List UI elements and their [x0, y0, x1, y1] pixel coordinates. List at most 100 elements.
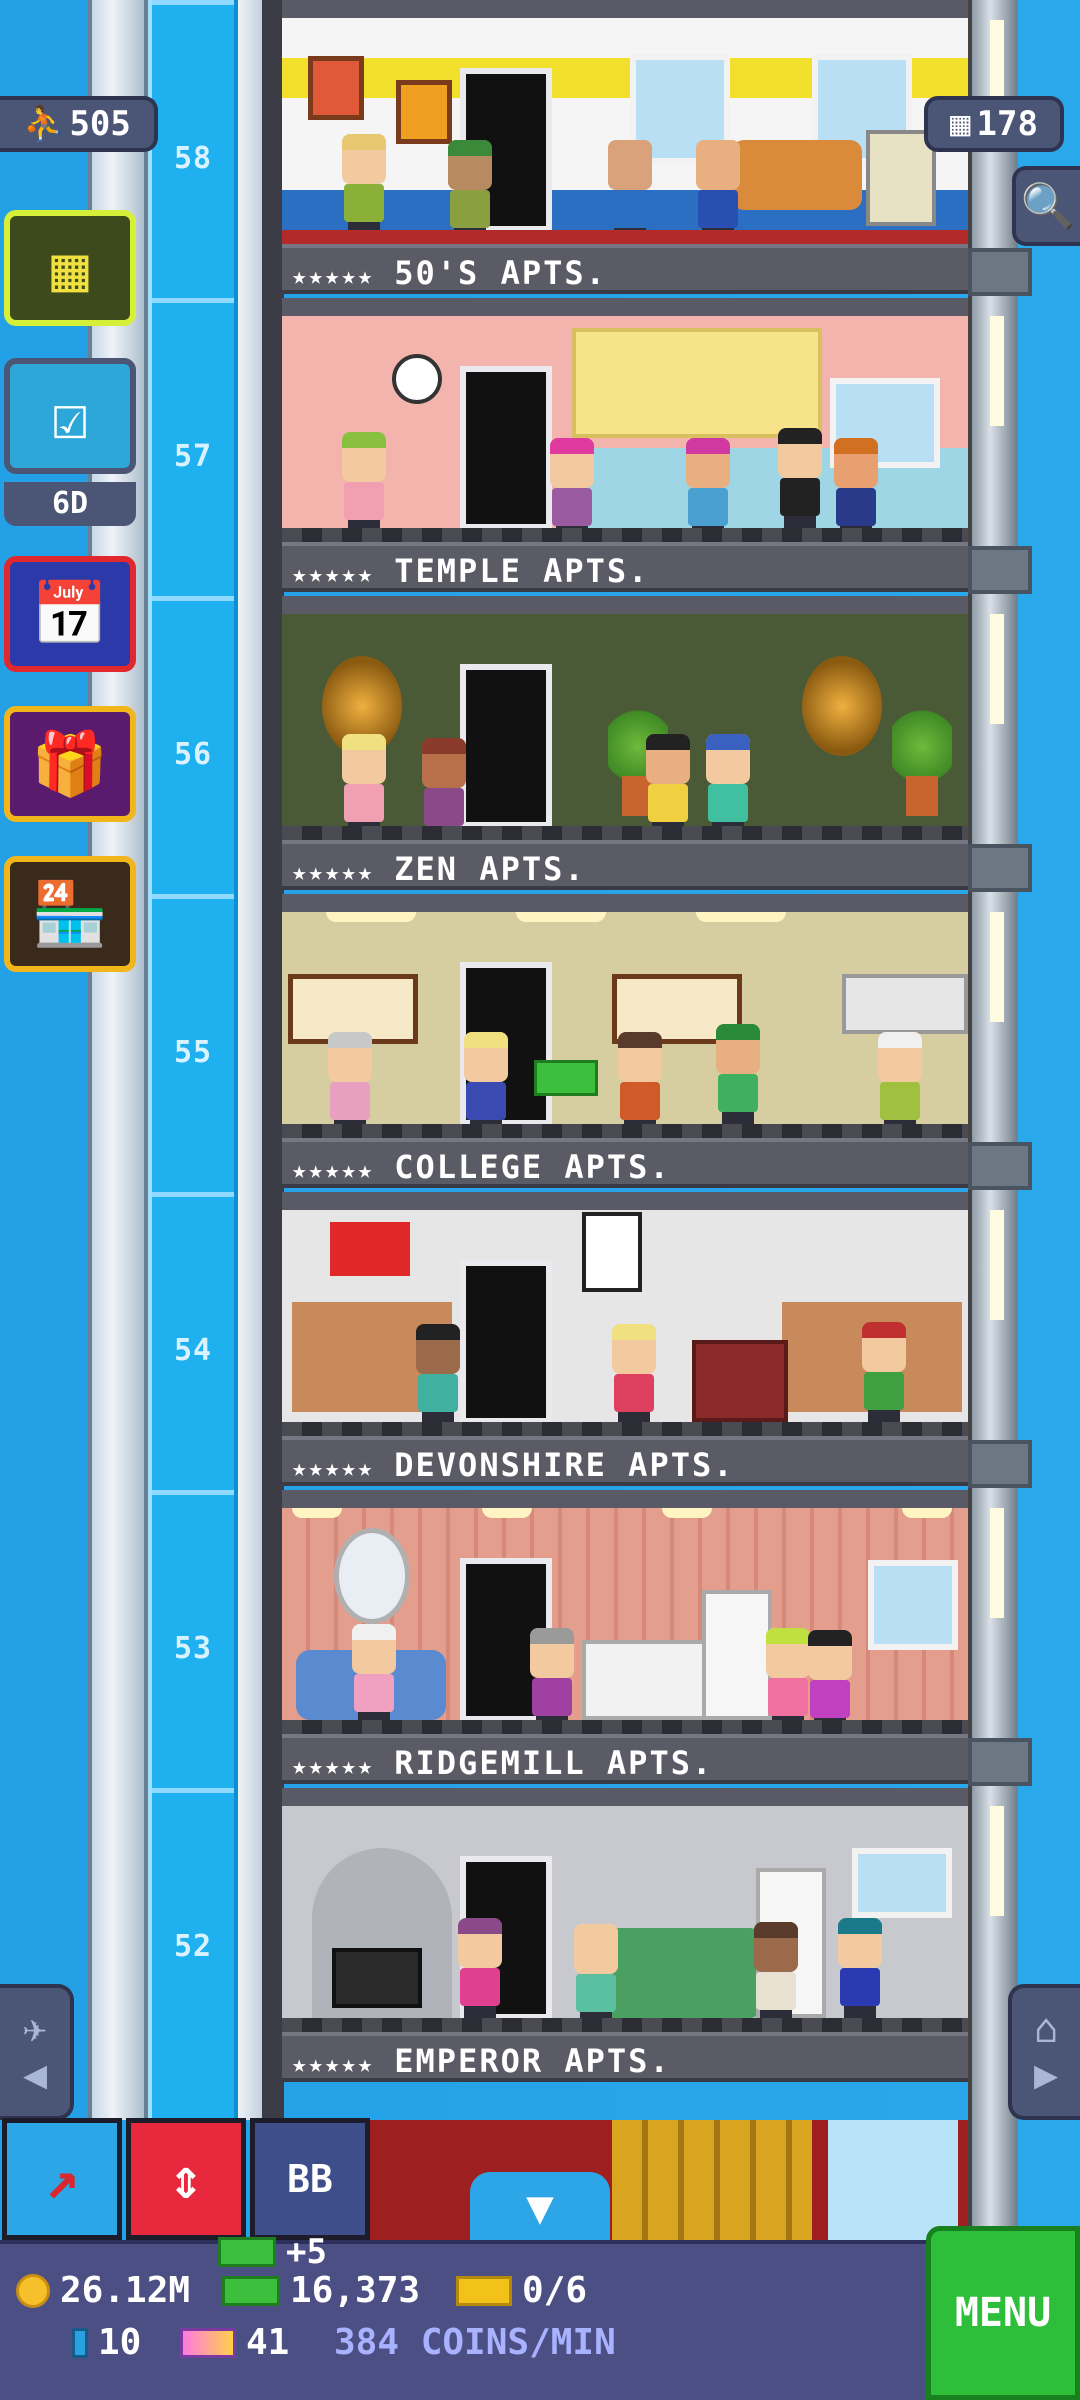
resident[interactable]	[322, 1032, 378, 1132]
floor-label-bar[interactable]: ★★★★★ ZEN APTS.	[282, 840, 968, 890]
resident[interactable]	[772, 428, 828, 528]
floor-52[interactable]: ★★★★★ EMPEROR APTS.	[282, 1788, 968, 2086]
search-icon: 🔍	[1020, 181, 1076, 232]
chevron-right-icon: ▶	[1033, 2052, 1059, 2098]
resident[interactable]	[346, 1624, 402, 1724]
nav-right-button[interactable]: ⌂ ▶	[1008, 1984, 1080, 2120]
floor-number: 55	[173, 1035, 213, 1070]
floor-label: ★★★★★ ZEN APTS.	[282, 850, 968, 888]
resident[interactable]	[710, 1024, 766, 1124]
resident[interactable]	[612, 1032, 668, 1132]
bits-badge[interactable]: ▦ 178	[924, 96, 1064, 152]
resident[interactable]	[828, 438, 884, 538]
gift-button[interactable]: 🎁	[4, 706, 136, 822]
resident[interactable]	[524, 1628, 580, 1728]
resident[interactable]	[640, 734, 696, 834]
floor-54[interactable]: ★★★★★ DEVONSHIRE APTS.	[282, 1192, 968, 1490]
resident[interactable]	[872, 1032, 928, 1132]
build-floor-button[interactable]: ↗	[2, 2118, 122, 2240]
resident[interactable]	[606, 1324, 662, 1424]
wall-picture	[396, 80, 452, 144]
bottom-hud	[0, 2240, 926, 2400]
room-background	[282, 1788, 968, 2036]
resident[interactable]	[602, 140, 658, 240]
resident[interactable]	[748, 1922, 804, 2022]
elevator-button[interactable]: ⇕	[126, 2118, 246, 2240]
buddha-statue	[802, 656, 882, 756]
floor-label-bar[interactable]: ★★★★★ DEVONSHIRE APTS.	[282, 1436, 968, 1486]
floor-label-bar[interactable]: ★★★★★ RIDGEMILL APTS.	[282, 1734, 968, 1784]
bux-pickup[interactable]	[534, 1060, 598, 1096]
star-rating: ★★★★★	[292, 2050, 375, 2078]
floor-55[interactable]: ★★★★★ COLLEGE APTS.	[282, 894, 968, 1192]
calendar-button[interactable]: 📅	[4, 556, 136, 672]
floor-56[interactable]: ★★★★★ ZEN APTS.	[282, 596, 968, 894]
bitbook-button[interactable]: BB	[250, 2118, 370, 2240]
bits-readout[interactable]: 10	[72, 2322, 141, 2363]
floor-label-bar[interactable]: ★★★★★ 50'S APTS.	[282, 244, 968, 294]
resident[interactable]	[410, 1324, 466, 1424]
lobby-floor[interactable]	[282, 2120, 968, 2240]
floor-label-bar[interactable]: ★★★★★ EMPEROR APTS.	[282, 2032, 968, 2082]
tickets-readout[interactable]: 0/6	[456, 2270, 587, 2311]
ceiling	[282, 1490, 968, 1508]
resident[interactable]	[544, 438, 600, 538]
window-light	[990, 912, 1004, 1022]
resident[interactable]	[802, 1630, 858, 1730]
quests-button[interactable]: ☑	[4, 358, 136, 474]
window-light	[990, 1806, 1004, 1916]
floor-label: ★★★★★ DEVONSHIRE APTS.	[282, 1446, 968, 1484]
floor-53[interactable]: ★★★★★ RIDGEMILL APTS.	[282, 1490, 968, 1788]
scroll-down-button[interactable]: ▼	[470, 2172, 610, 2242]
floor-label-bar[interactable]: ★★★★★ COLLEGE APTS.	[282, 1138, 968, 1188]
resident[interactable]	[690, 140, 746, 240]
vip-readout[interactable]: 41	[180, 2322, 289, 2363]
resident[interactable]	[442, 140, 498, 240]
menu-button[interactable]: MENU	[926, 2226, 1080, 2400]
resident[interactable]	[458, 1032, 514, 1132]
resident[interactable]	[680, 438, 736, 538]
ceiling-lamp	[292, 1508, 342, 1518]
resident[interactable]	[700, 734, 756, 834]
search-button[interactable]: 🔍	[1012, 166, 1080, 246]
resident[interactable]	[568, 1924, 624, 2024]
ceiling-lamp	[326, 912, 416, 922]
resident[interactable]	[336, 734, 392, 834]
shop-button[interactable]: 🏪	[4, 856, 136, 972]
coin-icon	[16, 2273, 50, 2308]
nav-left-button[interactable]: ✈ ◀	[0, 1984, 74, 2120]
floor-number: 54	[173, 1333, 213, 1368]
room-background	[282, 1490, 968, 1738]
chevron-down-icon: ▼	[526, 2180, 554, 2234]
apartment-door[interactable]	[460, 664, 552, 828]
resident[interactable]	[416, 738, 472, 838]
floor-number: 56	[173, 737, 213, 772]
floor-57[interactable]: ★★★★★ TEMPLE APTS.	[282, 298, 968, 596]
bux-readout[interactable]: 16,373	[222, 2270, 420, 2311]
pennant-flag	[330, 1222, 410, 1276]
resident[interactable]	[336, 432, 392, 532]
floor-name: EMPEROR APTS.	[394, 2042, 671, 2080]
bux-icon	[218, 2237, 276, 2267]
resident[interactable]	[832, 1918, 888, 2018]
coins-readout[interactable]: 26.12M	[16, 2270, 190, 2311]
apartment-door[interactable]	[460, 366, 552, 530]
floor-label: ★★★★★ 50'S APTS.	[282, 254, 968, 292]
floor-58[interactable]: ★★★★★ 50'S APTS.	[282, 0, 968, 298]
resident[interactable]	[336, 134, 392, 234]
apartment-door[interactable]	[460, 1260, 552, 1424]
star-rating: ★★★★★	[292, 1454, 375, 1482]
floor-name: ZEN APTS.	[394, 850, 586, 888]
floor-number: 52	[173, 1929, 213, 1964]
glass-panel	[828, 2120, 958, 2240]
window-light	[990, 1210, 1004, 1320]
kitchen-cabinets	[842, 974, 968, 1034]
shaft-cell: 58	[152, 0, 234, 298]
tower-overview-button[interactable]: ▦	[4, 210, 136, 326]
elevator-shaft[interactable]: 58 57 56 55 54 53 52	[148, 0, 238, 2120]
resident[interactable]	[452, 1918, 508, 2018]
floor-label-bar[interactable]: ★★★★★ TEMPLE APTS.	[282, 542, 968, 592]
room-background	[282, 1192, 968, 1440]
resident[interactable]	[856, 1322, 912, 1422]
population-badge[interactable]: ⛹ 505	[0, 96, 158, 152]
